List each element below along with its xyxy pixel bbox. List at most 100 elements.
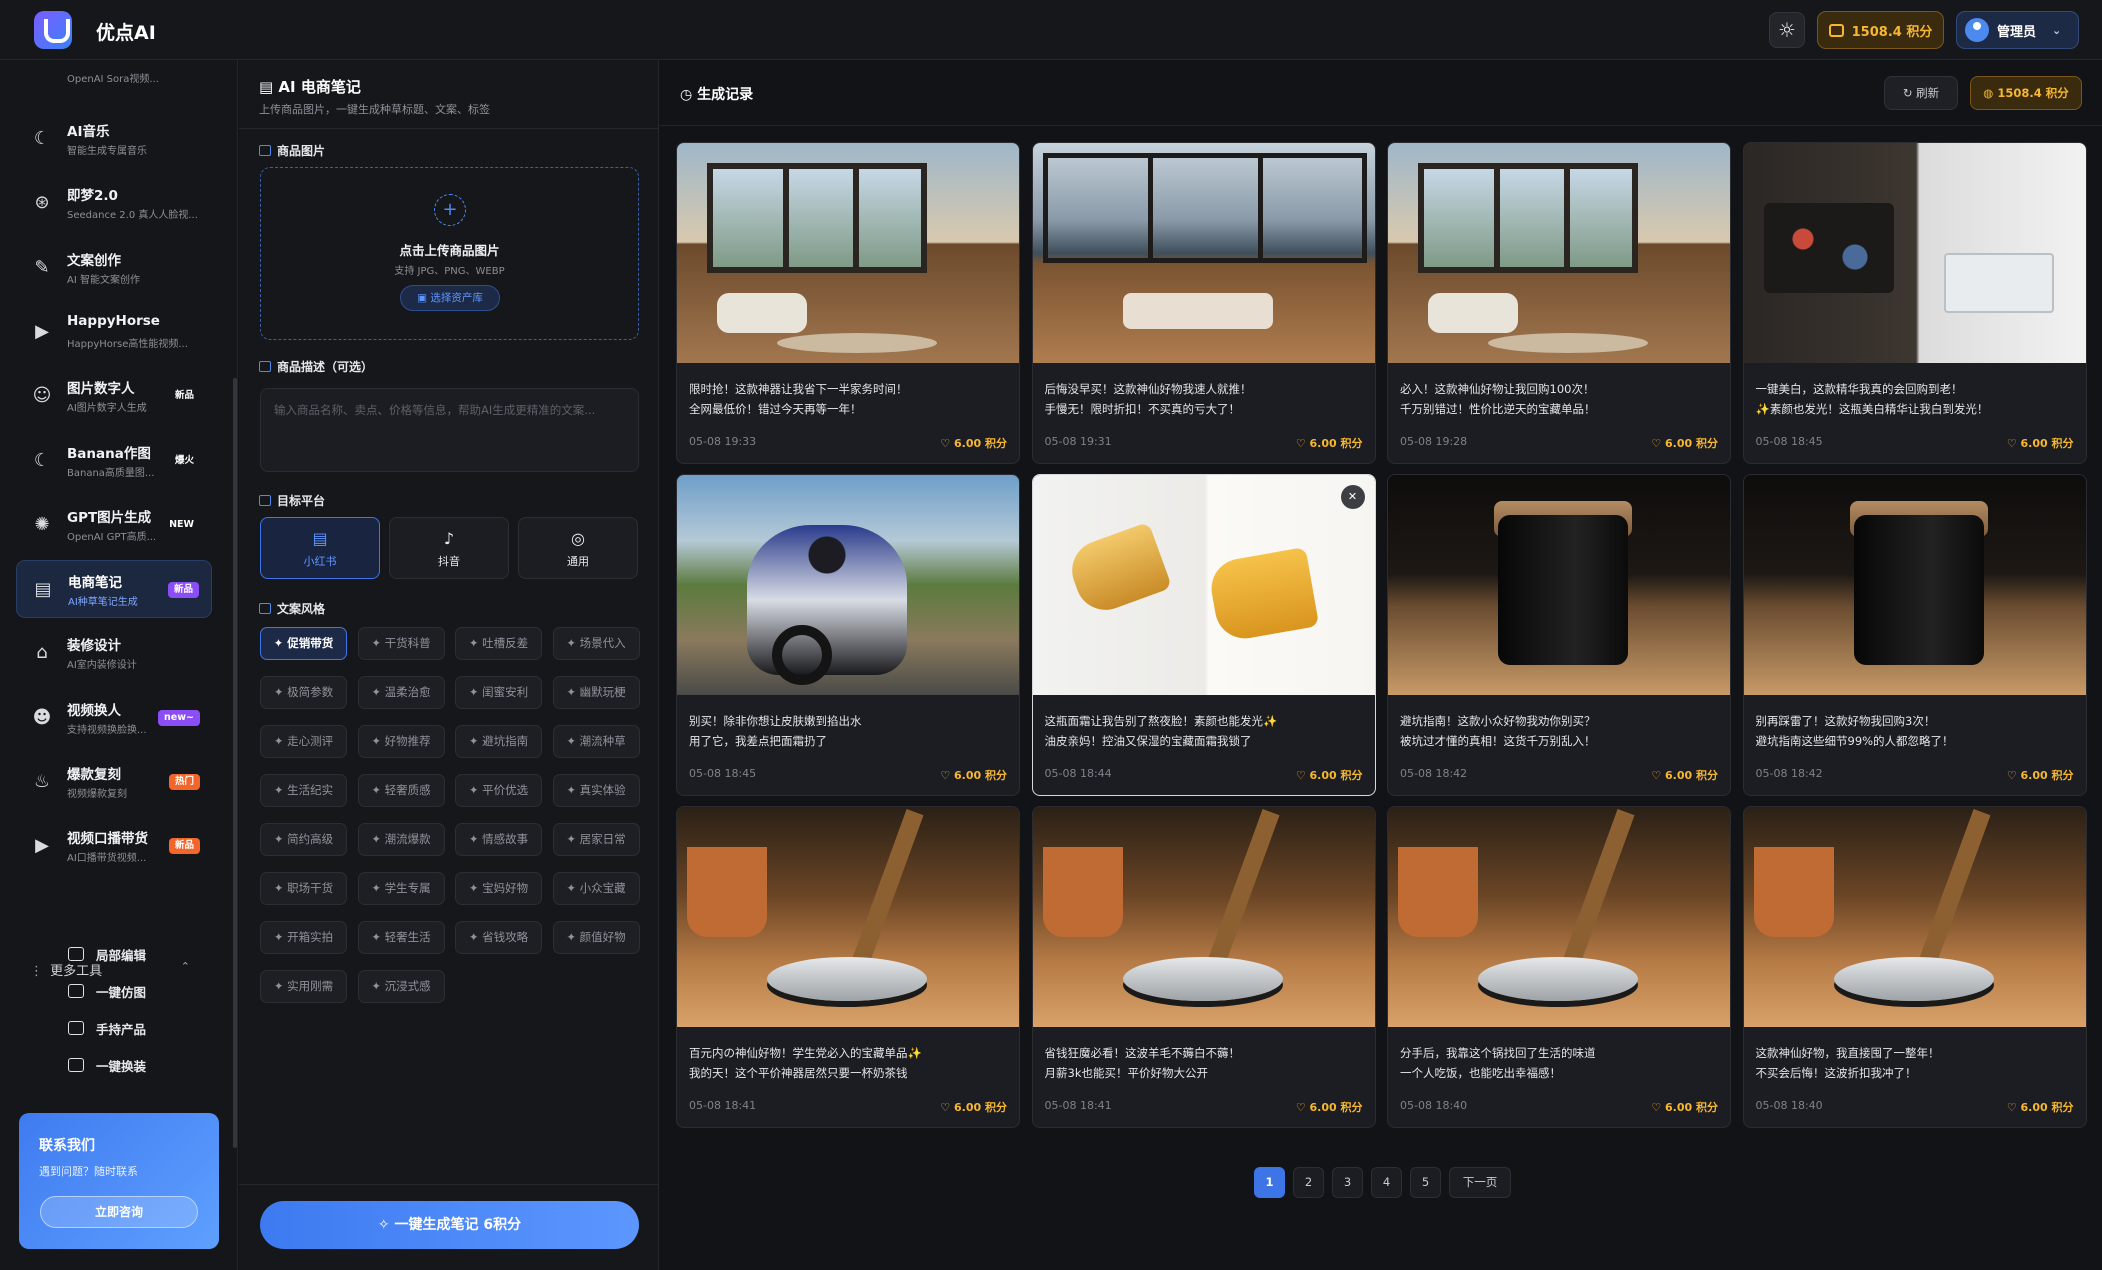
user-menu-button[interactable]: 管理员 ⌄ xyxy=(1956,11,2079,49)
result-card[interactable]: 百元内の神仙好物！学生党必入的宝藏单品✨ 我的天！这个平价神器居然只要一杯奶茶钱 0… xyxy=(676,806,1020,1128)
style-tag[interactable]: ✦ 情感故事 xyxy=(455,823,542,856)
result-thumbnail[interactable] xyxy=(1032,475,1375,695)
platform-xiaohongshu[interactable]: ▤ 小红书 xyxy=(260,517,380,579)
sidebar-item[interactable]: ♨ 爆款复刻 视频爆款复刻 热门 xyxy=(16,753,212,811)
caption-line: 别再踩雷了！这款好物我回购3次！ xyxy=(1755,714,1936,728)
result-cost: ♡ 6.00 积分 xyxy=(2006,769,2074,782)
style-tag[interactable]: ✦ 沉浸式感 xyxy=(357,970,445,1003)
sidebar-item[interactable]: ☻ 视频换人 支持视频换脸换... new~ xyxy=(16,689,212,747)
result-card[interactable]: 别再踩雷了！这款好物我回购3次！ 避坑指南这些细节99%的人都忽略了！ 05-08 … xyxy=(1742,474,2087,796)
style-tag[interactable]: ✦ 干货科普 xyxy=(357,627,445,660)
tool-outfit-swap[interactable]: 一键换装 xyxy=(68,1055,146,1075)
style-tag[interactable]: ✦ 好物推荐 xyxy=(357,725,445,758)
description-textarea[interactable]: 输入商品名称、卖点、价格等信息，帮助AI生成更精准的文案... xyxy=(260,388,639,472)
generate-note-button[interactable]: ✧ 一键生成笔记 6积分 xyxy=(260,1201,639,1249)
page-button[interactable]: 5 xyxy=(1410,1167,1441,1198)
result-thumbnail[interactable] xyxy=(1743,143,2086,363)
sidebar-item[interactable]: ☾ Banana作图 Banana高质量图... 爆火 xyxy=(16,432,212,490)
result-card[interactable]: 这款神仙好物，我直接囤了一整年！ 不买会后悔！这波折扣我冲了！ 05-08 18:4… xyxy=(1742,806,2087,1128)
style-tag[interactable]: ✦ 轻奢质感 xyxy=(357,774,445,807)
style-tag[interactable]: ✦ 促销带货 xyxy=(260,627,347,660)
sidebar-item[interactable]: ✺ GPT图片生成 OpenAI GPT高质... NEW xyxy=(16,496,212,554)
style-tag[interactable]: ✦ 开箱实拍 xyxy=(260,921,347,954)
style-tag[interactable]: ✦ 闺蜜安利 xyxy=(455,676,542,709)
sidebar-item[interactable]: ▤ 电商笔记 AI种草笔记生成 新品 xyxy=(16,560,212,619)
result-thumbnail[interactable] xyxy=(1032,143,1375,363)
style-tag[interactable]: ✦ 省钱攻略 xyxy=(455,921,542,954)
result-thumbnail[interactable] xyxy=(677,143,1019,363)
next-page-button[interactable]: 下一页 xyxy=(1449,1167,1511,1198)
result-thumbnail[interactable] xyxy=(677,475,1019,695)
style-tag[interactable]: ✦ 宝妈好物 xyxy=(455,872,542,905)
style-tag[interactable]: ✦ 温柔治愈 xyxy=(357,676,445,709)
sidebar-item[interactable]: ✎ 文案创作 AI 智能文案创作 xyxy=(16,239,212,297)
style-tag[interactable]: ✦ 小众宝藏 xyxy=(552,872,640,905)
result-card[interactable]: 后悔没早买！这款神仙好物我速人就推！ 手慢无！限时折扣！不买真的亏大了！ 05-08… xyxy=(1031,142,1376,464)
page-button[interactable]: 3 xyxy=(1332,1167,1363,1198)
style-tag[interactable]: ✦ 潮流种草 xyxy=(552,725,640,758)
sidebar-item[interactable]: ▶ HappyHorse HappyHorse高性能视频... xyxy=(16,303,212,361)
style-tag[interactable]: ✦ 简约高级 xyxy=(260,823,347,856)
style-tag[interactable]: ✦ 职场干货 xyxy=(260,872,347,905)
asset-library-button[interactable]: ▣ 选择资产库 xyxy=(400,285,500,311)
tool-copy-image[interactable]: 一键仿图 xyxy=(68,981,146,1001)
style-tag[interactable]: ✦ 实用刚需 xyxy=(260,970,347,1003)
style-tag[interactable]: ✦ 轻奢生活 xyxy=(357,921,445,954)
style-tag[interactable]: ✦ 极简参数 xyxy=(260,676,347,709)
result-card[interactable]: 分手后，我靠这个锅找回了生活的味道 一个人吃饭，也能吃出幸福感！ 05-08 18:… xyxy=(1387,806,1731,1128)
sidebar-item[interactable]: ☺ 图片数字人 AI图片数字人生成 新品 xyxy=(16,367,212,425)
page-button[interactable]: 4 xyxy=(1371,1167,1402,1198)
result-card[interactable]: 避坑指南！这款小众好物我劝你别买？ 被坑过才懂的真相！这货千万别乱入！ 05-08 … xyxy=(1387,474,1731,796)
style-tag[interactable]: ✦ 幽默玩梗 xyxy=(552,676,640,709)
image-upload-area[interactable]: + 点击上传商品图片 支持 JPG、PNG、WEBP ▣ 选择资产库 xyxy=(260,167,639,340)
platform-general[interactable]: ◎ 通用 xyxy=(518,517,638,579)
tool-hand-product[interactable]: 手持产品 xyxy=(68,1018,146,1038)
sidebar-item[interactable]: ⌂ 装修设计 AI室内装修设计 xyxy=(16,624,212,682)
result-thumbnail[interactable] xyxy=(1743,475,2086,695)
result-cost: ♡ 6.00 积分 xyxy=(940,769,1007,782)
caption-line: 油皮亲妈！控油又保湿的宝藏面霜我锁了 xyxy=(1044,734,1252,748)
result-card[interactable]: 限时抢！这款神器让我省下一半家务时间！ 全网最低价！错过今天再等一年！ 05-08 … xyxy=(676,142,1020,464)
tool-local-edit[interactable]: 局部编辑 xyxy=(68,944,146,964)
delete-icon[interactable]: ✕ xyxy=(1340,485,1365,509)
result-time: 05-08 18:40 xyxy=(1755,1099,1823,1112)
result-thumbnail[interactable] xyxy=(1032,807,1375,1027)
sidebar-item[interactable]: ⊛ 即梦2.0 Seedance 2.0 真人人脸视... xyxy=(16,174,212,232)
sidebar-item[interactable]: ☾ AI音乐 智能生成专属音乐 xyxy=(16,110,212,168)
result-caption: 分手后，我靠这个锅找回了生活的味道 一个人吃饭，也能吃出幸福感！ xyxy=(1400,1043,1720,1083)
style-tag[interactable]: ✦ 学生专属 xyxy=(357,872,445,905)
result-thumbnail[interactable] xyxy=(1388,143,1730,363)
result-card[interactable]: ✕ 这瓶面霜让我告别了熬夜脸！素颜也能发光✨ 油皮亲妈！控油又保湿的宝藏面霜我锁了 0… xyxy=(1031,474,1376,796)
style-tag[interactable]: ✦ 居家日常 xyxy=(552,823,640,856)
page-button[interactable]: 2 xyxy=(1293,1167,1324,1198)
sidebar-item[interactable]: ▶ 视频口播带货 AI口播带货视频... 新品 xyxy=(16,817,212,875)
sidebar-item-sora[interactable]: OpenAI Sora视频... xyxy=(16,60,212,96)
platform-douyin[interactable]: ♪ 抖音 xyxy=(389,517,509,579)
theme-toggle-button[interactable]: ☼ xyxy=(1769,12,1805,48)
style-tag[interactable]: ✦ 避坑指南 xyxy=(455,725,542,758)
style-tag[interactable]: ✦ 真实体验 xyxy=(552,774,640,807)
refresh-button[interactable]: ↻ 刷新 xyxy=(1884,76,1958,110)
style-tag[interactable]: ✦ 平价优选 xyxy=(455,774,542,807)
contact-button[interactable]: 立即咨询 xyxy=(40,1196,198,1228)
result-thumbnail[interactable] xyxy=(1388,807,1730,1027)
style-tag[interactable]: ✦ 走心测评 xyxy=(260,725,347,758)
style-tag[interactable]: ✦ 吐槽反差 xyxy=(455,627,542,660)
result-thumbnail[interactable] xyxy=(1388,475,1730,695)
app-logo[interactable] xyxy=(34,11,72,49)
result-thumbnail[interactable] xyxy=(677,807,1019,1027)
result-card[interactable]: 省钱狂魔必看！这波羊毛不薅白不薅！ 月薪3k也能买！平价好物大公开 05-08 18… xyxy=(1031,806,1376,1128)
style-tag[interactable]: ✦ 颜值好物 xyxy=(552,921,640,954)
points-button[interactable]: 1508.4 积分 xyxy=(1817,11,1944,49)
result-card[interactable]: 别买！除非你想让皮肤嫩到掐出水 用了它，我差点把面霜扔了 05-08 18:45 ♡ … xyxy=(676,474,1020,796)
results-points-badge[interactable]: ◍ 1508.4 积分 xyxy=(1970,76,2082,110)
style-tag[interactable]: ✦ 场景代入 xyxy=(552,627,640,660)
style-tag[interactable]: ✦ 潮流爆款 xyxy=(357,823,445,856)
style-tag[interactable]: ✦ 生活纪实 xyxy=(260,774,347,807)
result-card[interactable]: 一键美白，这款精华我真的会回购到老！ ✨素颜也发光！这瓶美白精华让我白到发光！ 05… xyxy=(1742,142,2087,464)
sidebar-scrollbar[interactable] xyxy=(233,378,237,1148)
more-tools-label: 更多工具 xyxy=(50,964,103,979)
result-thumbnail[interactable] xyxy=(1743,807,2086,1027)
result-card[interactable]: 必入！这款神仙好物让我回购100次！ 千万别错过！性价比逆天的宝藏单品！ 05-08… xyxy=(1387,142,1731,464)
page-button[interactable]: 1 xyxy=(1254,1167,1285,1198)
